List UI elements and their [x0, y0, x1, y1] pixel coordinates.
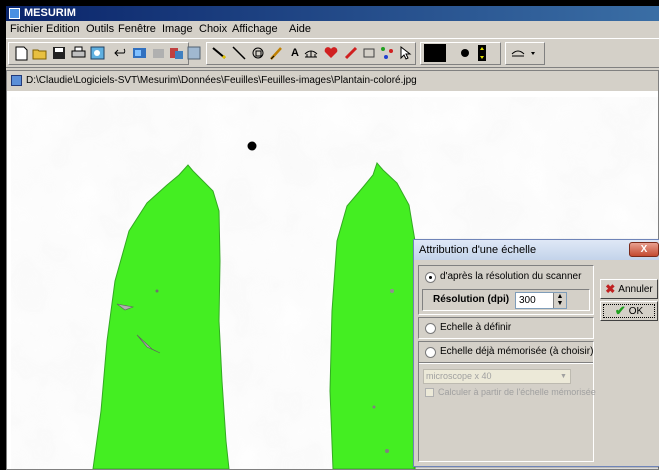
ok-button[interactable]: ✔ OK	[600, 301, 658, 321]
scale-dialog: Attribution d'une échelle X d'après la r…	[413, 239, 659, 467]
grid-icon[interactable]	[185, 44, 203, 62]
stepper-icon[interactable]	[473, 44, 491, 62]
scale-point[interactable]	[247, 141, 257, 151]
color-swatch-icon[interactable]	[424, 44, 446, 62]
document-path: D:\Claudie\Logiciels-SVT\Mesurim\Données…	[26, 75, 417, 86]
open-icon[interactable]	[31, 44, 49, 62]
chevron-down-icon: ▼	[560, 373, 567, 380]
rectangle-icon[interactable]	[360, 44, 378, 62]
menu-affichage[interactable]: Affichage	[232, 23, 278, 35]
memorized-panel: Echelle déjà mémorisée (à choisir) micro…	[418, 341, 596, 462]
title-bar[interactable]: MESURIM	[6, 6, 659, 21]
heart-icon[interactable]	[322, 44, 340, 62]
define-panel: Echelle à définir	[418, 317, 594, 339]
dialog-title-bar[interactable]: Attribution d'une échelle X	[414, 240, 659, 260]
menu-choix[interactable]: Choix	[199, 23, 227, 35]
ok-label: OK	[628, 305, 644, 317]
scale-dropdown-icon[interactable]	[509, 44, 541, 62]
resolution-value: 300	[519, 295, 536, 306]
app-icon	[9, 8, 20, 19]
segment-icon[interactable]	[230, 44, 248, 62]
preview-icon[interactable]	[88, 44, 106, 62]
radio-memorized[interactable]	[425, 347, 436, 358]
option-define-label: Echelle à définir	[440, 322, 512, 333]
toolbar: A	[6, 38, 659, 68]
app-title: MESURIM	[24, 7, 76, 19]
radio-scanner[interactable]	[425, 272, 436, 283]
resolution-label: Résolution (dpi)	[433, 294, 510, 305]
scale-icon[interactable]	[302, 44, 320, 62]
menu-outils[interactable]: Outils	[86, 23, 114, 35]
cancel-label: Annuler	[618, 283, 653, 295]
close-button[interactable]: X	[629, 242, 659, 257]
line-icon[interactable]	[210, 44, 228, 62]
dot-size-icon[interactable]	[456, 44, 474, 62]
radio-selected-dot	[429, 276, 432, 279]
undo-icon[interactable]	[112, 44, 130, 62]
menu-image[interactable]: Image	[162, 23, 193, 35]
cancel-x-icon: ✖	[605, 282, 616, 296]
paste-icon[interactable]	[167, 44, 185, 62]
document-icon	[11, 75, 22, 86]
app-window: MESURIM Fichier Edition Outils Fenêtre I…	[6, 6, 659, 470]
dialog-title: Attribution d'une échelle	[419, 244, 537, 256]
copy-icon[interactable]	[149, 44, 167, 62]
cancel-button[interactable]: ✖ Annuler	[600, 279, 658, 299]
calc-checkbox[interactable]	[425, 388, 434, 397]
document-title-bar[interactable]: D:\Claudie\Logiciels-SVT\Mesurim\Données…	[7, 71, 658, 91]
check-icon: ✔	[614, 303, 626, 318]
menu-fichier[interactable]: Fichier	[10, 23, 43, 35]
memorized-scale-select[interactable]: microscope x 40 ▼	[423, 369, 571, 384]
menu-edition[interactable]: Edition	[46, 23, 80, 35]
points-icon[interactable]	[378, 44, 396, 62]
menu-bar: Fichier Edition Outils Fenêtre Image Cho…	[6, 21, 659, 38]
spin-arrows-icon[interactable]: ▲ ▼	[553, 293, 566, 308]
menu-aide[interactable]: Aide	[289, 23, 311, 35]
scanner-panel: d'après la résolution du scanner Résolut…	[418, 265, 594, 315]
memorized-scale-value: microscope x 40	[426, 371, 492, 381]
pencil-icon[interactable]	[342, 44, 360, 62]
image-icon[interactable]	[130, 44, 148, 62]
pen-icon[interactable]	[268, 44, 286, 62]
resolution-input[interactable]: 300 ▲ ▼	[515, 292, 567, 309]
calc-checkbox-label: Calculer à partir de l'échelle mémorisée	[438, 387, 596, 397]
new-icon[interactable]	[12, 44, 30, 62]
option-memorized-label: Echelle déjà mémorisée (à choisir)	[440, 346, 594, 357]
resolution-box: Résolution (dpi) 300 ▲ ▼	[422, 289, 590, 311]
radio-define[interactable]	[425, 323, 436, 334]
save-icon[interactable]	[50, 44, 68, 62]
polygon-icon[interactable]	[249, 44, 267, 62]
option-scanner-label: d'après la résolution du scanner	[440, 271, 582, 282]
menu-fenetre[interactable]: Fenêtre	[118, 23, 156, 35]
print-icon[interactable]	[69, 44, 87, 62]
pointer-icon[interactable]	[396, 44, 414, 62]
